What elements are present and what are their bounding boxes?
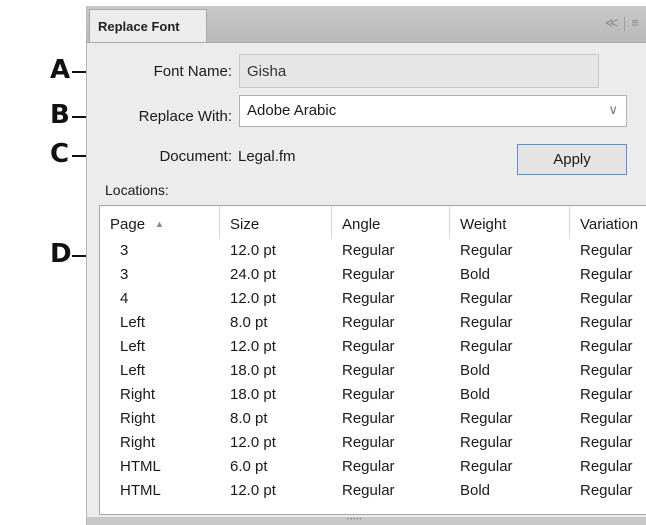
font-name-field: Gisha — [239, 54, 599, 88]
table-cell: Regular — [342, 362, 395, 379]
panel-tab-bar: Replace Font ≪ ≡ — [87, 6, 646, 43]
replace-with-value: Adobe Arabic — [247, 102, 337, 119]
table-cell: 18.0 pt — [230, 386, 276, 403]
table-cell: Bold — [460, 386, 491, 403]
locations-label: Locations: — [105, 182, 169, 198]
panel-controls: ≪ ≡ — [599, 15, 639, 31]
table-cell: Regular — [342, 434, 395, 451]
table-row[interactable]: Right 8.0 pt Regular Regular Regular — [100, 410, 646, 434]
replace-font-panel: Replace Font ≪ ≡ Font Name: Gisha Replace… — [86, 6, 646, 525]
column-header-variation[interactable]: Variation — [570, 206, 646, 239]
table-cell: Regular — [460, 410, 513, 427]
sort-ascending-icon: ▲ — [155, 219, 164, 229]
column-header-angle[interactable]: Angle — [332, 206, 450, 239]
table-cell: 6.0 pt — [230, 458, 268, 475]
column-header-page[interactable]: Page ▲ — [100, 206, 220, 239]
column-header-weight[interactable]: Weight — [450, 206, 570, 239]
callout-b: B — [50, 100, 70, 130]
panel-resize-bar[interactable]: ••••• — [87, 517, 646, 525]
table-header: Page ▲ Size Angle Weight Variation — [100, 206, 646, 239]
table-cell: 4 — [120, 290, 129, 307]
replace-with-label: Replace With: — [138, 108, 232, 125]
table-cell: Regular — [460, 434, 513, 451]
table-cell: HTML — [120, 458, 161, 475]
table-cell: Regular — [580, 266, 633, 283]
table-row[interactable]: Left 12.0 pt Regular Regular Regular — [100, 338, 646, 362]
table-cell: 12.0 pt — [230, 338, 276, 355]
table-cell: Bold — [460, 482, 491, 499]
table-cell: Regular — [580, 338, 633, 355]
table-cell: 24.0 pt — [230, 266, 276, 283]
table-row[interactable]: Right 18.0 pt Regular Bold Regular — [100, 386, 646, 410]
table-cell: Regular — [580, 458, 633, 475]
table-cell: Right — [120, 386, 156, 403]
table-cell: Regular — [460, 314, 513, 331]
table-row[interactable]: 3 24.0 pt Regular Bold Regular — [100, 266, 646, 290]
table-cell: 12.0 pt — [230, 434, 276, 451]
resize-grip-icon[interactable]: ••••• — [347, 517, 363, 525]
table-cell: 12.0 pt — [230, 242, 276, 259]
table-row[interactable]: Left 18.0 pt Regular Bold Regular — [100, 362, 646, 386]
table-cell: Regular — [580, 242, 633, 259]
table-cell: Regular — [580, 290, 633, 307]
table-cell: 12.0 pt — [230, 482, 276, 499]
divider — [624, 16, 626, 31]
table-row[interactable]: 4 12.0 pt Regular Regular Regular — [100, 290, 646, 314]
table-cell: 3 — [120, 266, 129, 283]
table-cell: Regular — [342, 386, 395, 403]
hamburger-menu-icon[interactable]: ≡ — [631, 15, 639, 30]
table-cell: Regular — [580, 386, 633, 403]
table-cell: 8.0 pt — [230, 314, 268, 331]
locations-table: Page ▲ Size Angle Weight Variation 3 12.0 … — [99, 205, 646, 515]
table-cell: 18.0 pt — [230, 362, 276, 379]
column-header-size[interactable]: Size — [220, 206, 332, 239]
table-cell: 8.0 pt — [230, 410, 268, 427]
replace-with-dropdown[interactable]: Adobe Arabic ∨ — [239, 95, 627, 127]
table-cell: Regular — [342, 266, 395, 283]
double-chevron-icon[interactable]: ≪ — [605, 15, 619, 31]
table-cell: Regular — [460, 338, 513, 355]
table-cell: Bold — [460, 362, 491, 379]
table-cell: 12.0 pt — [230, 290, 276, 307]
table-row[interactable]: 3 12.0 pt Regular Regular Regular — [100, 242, 646, 266]
table-row[interactable]: Left 8.0 pt Regular Regular Regular — [100, 314, 646, 338]
table-cell: Left — [120, 362, 146, 379]
table-cell: Right — [120, 410, 156, 427]
table-cell: Regular — [342, 290, 395, 307]
table-cell: Regular — [580, 314, 633, 331]
table-cell: Bold — [460, 266, 491, 283]
table-cell: Regular — [460, 242, 513, 259]
callout-c: C — [50, 139, 70, 169]
table-row[interactable]: HTML 6.0 pt Regular Regular Regular — [100, 458, 646, 482]
callout-a: A — [50, 55, 71, 85]
chevron-down-icon[interactable]: ∨ — [608, 102, 618, 118]
table-cell: Regular — [580, 482, 633, 499]
table-cell: Right — [120, 434, 156, 451]
table-cell: Regular — [460, 458, 513, 475]
table-cell: Regular — [342, 482, 395, 499]
table-cell: Left — [120, 314, 146, 331]
table-cell: Left — [120, 338, 146, 355]
font-name-label: Font Name: — [153, 63, 232, 80]
table-cell: Regular — [580, 434, 633, 451]
apply-button[interactable]: Apply — [517, 144, 627, 175]
table-cell: Regular — [342, 338, 395, 355]
table-cell: Regular — [342, 458, 395, 475]
document-value: Legal.fm — [238, 148, 296, 165]
font-name-value: Gisha — [247, 63, 287, 80]
table-row[interactable]: Right 12.0 pt Regular Regular Regular — [100, 434, 646, 458]
table-cell: Regular — [342, 314, 395, 331]
column-header-page-label: Page — [110, 216, 146, 233]
table-cell: Regular — [460, 290, 513, 307]
table-cell: HTML — [120, 482, 161, 499]
table-row[interactable]: HTML 12.0 pt Regular Bold Regular — [100, 482, 646, 506]
tab-replace-font[interactable]: Replace Font — [89, 9, 207, 42]
document-label: Document: — [159, 148, 232, 165]
table-cell: 3 — [120, 242, 129, 259]
table-cell: Regular — [342, 410, 395, 427]
table-cell: Regular — [342, 242, 395, 259]
callout-d: D — [50, 239, 72, 269]
table-cell: Regular — [580, 410, 633, 427]
table-cell: Regular — [580, 362, 633, 379]
